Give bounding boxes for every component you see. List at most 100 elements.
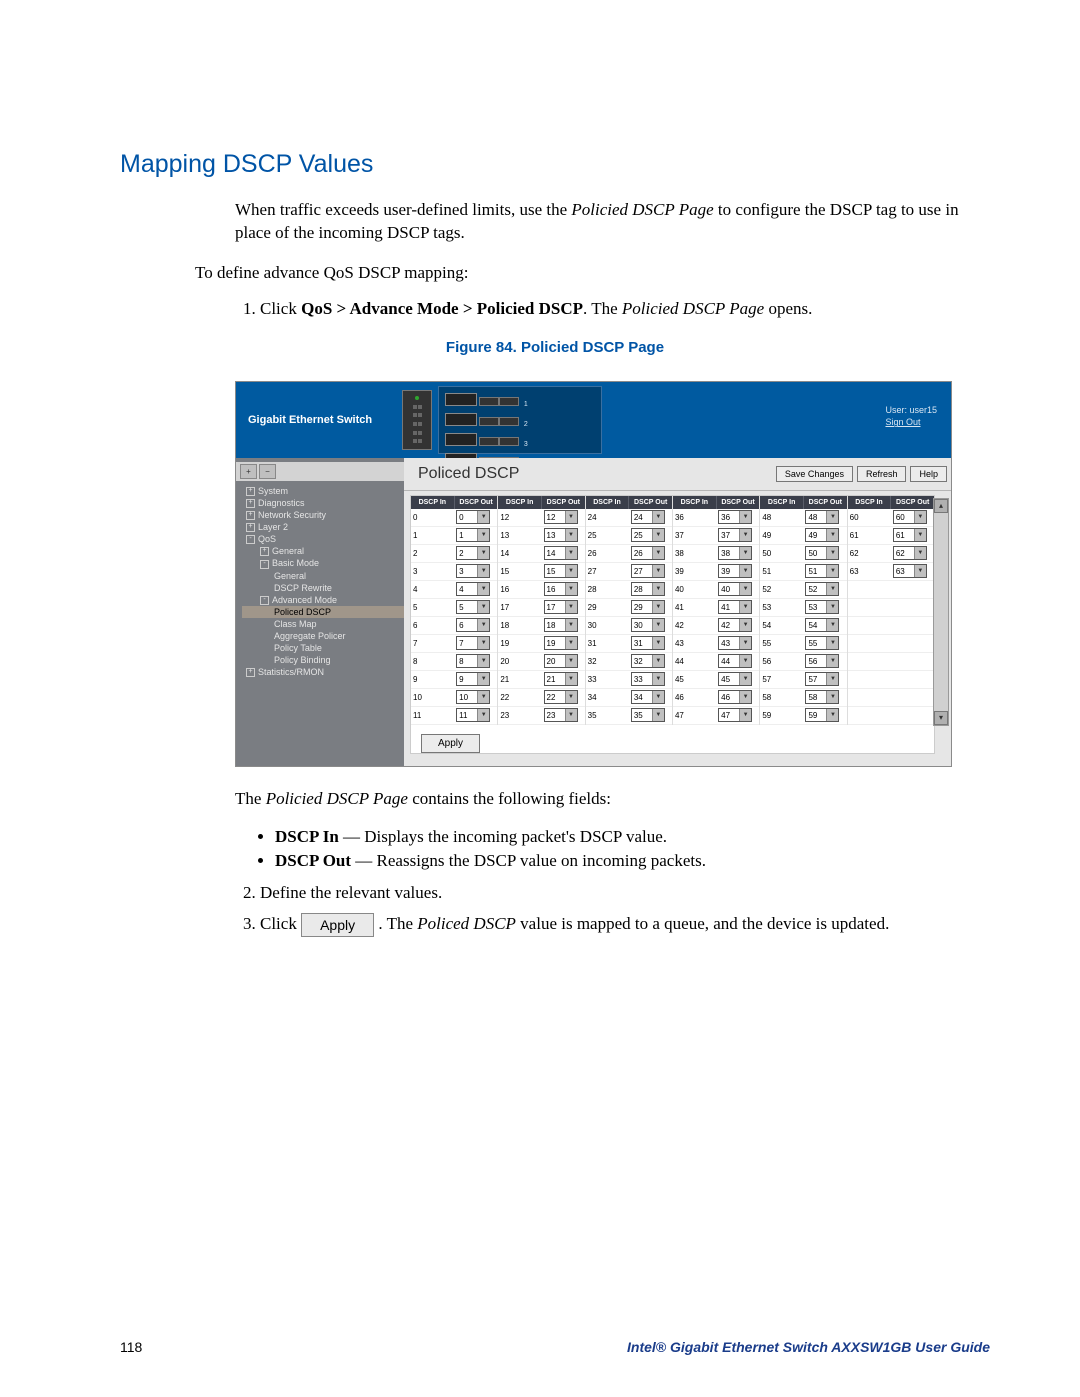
dscp-out-select[interactable]: 30▼ (631, 618, 665, 632)
dscp-out-select[interactable]: 11▼ (456, 708, 490, 722)
dscp-out-select[interactable]: 17▼ (544, 600, 578, 614)
dscp-out-select[interactable]: 31▼ (631, 636, 665, 650)
dscp-out-select[interactable]: 47▼ (718, 708, 752, 722)
sidebar-item-statistics-rmon[interactable]: +Statistics/RMON (242, 666, 404, 678)
sidebar-item-policy-binding[interactable]: Policy Binding (242, 654, 404, 666)
help-button[interactable]: Help (910, 466, 947, 482)
dscp-out-select[interactable]: 28▼ (631, 582, 665, 596)
tree-toggle-icon[interactable]: + (246, 499, 255, 508)
dscp-out-select[interactable]: 40▼ (718, 582, 752, 596)
dscp-out-select[interactable]: 20▼ (544, 654, 578, 668)
dscp-out-select[interactable]: 29▼ (631, 600, 665, 614)
dscp-out-select[interactable]: 9▼ (456, 672, 490, 686)
dscp-out-select[interactable]: 44▼ (718, 654, 752, 668)
dscp-out-select[interactable]: 23▼ (544, 708, 578, 722)
sidebar-item-qos[interactable]: -QoS (242, 533, 404, 545)
tree-toggle-icon[interactable]: + (246, 523, 255, 532)
tree-toggle-icon[interactable]: - (260, 560, 269, 569)
expand-all-icon[interactable]: + (240, 464, 257, 479)
dscp-out-select[interactable]: 24▼ (631, 510, 665, 524)
dscp-out-select[interactable]: 38▼ (718, 546, 752, 560)
dscp-out-select[interactable]: 45▼ (718, 672, 752, 686)
dscp-out-select[interactable]: 3▼ (456, 564, 490, 578)
dscp-out-select[interactable]: 4▼ (456, 582, 490, 596)
apply-button[interactable]: Apply (421, 734, 480, 753)
dscp-out-select[interactable]: 16▼ (544, 582, 578, 596)
dscp-out-select[interactable]: 39▼ (718, 564, 752, 578)
sidebar-item-policed-dscp[interactable]: Policed DSCP (242, 606, 404, 618)
dscp-out-select[interactable]: 51▼ (805, 564, 839, 578)
sidebar-item-system[interactable]: +System (242, 485, 404, 497)
scroll-up-icon[interactable]: ▴ (934, 499, 948, 513)
dscp-out-select[interactable]: 10▼ (456, 690, 490, 704)
dscp-out-select[interactable]: 15▼ (544, 564, 578, 578)
dscp-out-select[interactable]: 22▼ (544, 690, 578, 704)
dscp-out-select[interactable]: 49▼ (805, 528, 839, 542)
dscp-out-select[interactable]: 57▼ (805, 672, 839, 686)
dscp-out-select[interactable]: 19▼ (544, 636, 578, 650)
dscp-out-select[interactable]: 52▼ (805, 582, 839, 596)
sidebar-item-basic-mode[interactable]: -Basic Mode (242, 557, 404, 569)
tree-toggle-icon[interactable]: + (260, 547, 269, 556)
save-changes-button[interactable]: Save Changes (776, 466, 853, 482)
signout-link[interactable]: Sign Out (885, 417, 920, 427)
dscp-out-select[interactable]: 6▼ (456, 618, 490, 632)
dscp-out-select[interactable]: 21▼ (544, 672, 578, 686)
dscp-out-select[interactable]: 32▼ (631, 654, 665, 668)
dscp-out-select[interactable]: 59▼ (805, 708, 839, 722)
dscp-out-select[interactable]: 12▼ (544, 510, 578, 524)
dscp-out-select[interactable]: 42▼ (718, 618, 752, 632)
dscp-out-select[interactable]: 25▼ (631, 528, 665, 542)
dscp-out-select[interactable]: 36▼ (718, 510, 752, 524)
dscp-out-select[interactable]: 56▼ (805, 654, 839, 668)
scrollbar[interactable]: ▴ ▾ (933, 498, 949, 726)
dscp-out-select[interactable]: 55▼ (805, 636, 839, 650)
dscp-out-select[interactable]: 34▼ (631, 690, 665, 704)
sidebar-item-dscp-rewrite[interactable]: DSCP Rewrite (242, 582, 404, 594)
scroll-down-icon[interactable]: ▾ (934, 711, 948, 725)
dscp-out-select[interactable]: 14▼ (544, 546, 578, 560)
tree-toggle-icon[interactable]: + (246, 511, 255, 520)
dscp-out-select[interactable]: 63▼ (893, 564, 927, 578)
sidebar-item-advanced-mode[interactable]: -Advanced Mode (242, 594, 404, 606)
sidebar-item-general[interactable]: +General (242, 545, 404, 557)
sidebar-item-network-security[interactable]: +Network Security (242, 509, 404, 521)
sidebar-item-class-map[interactable]: Class Map (242, 618, 404, 630)
sidebar-item-diagnostics[interactable]: +Diagnostics (242, 497, 404, 509)
dscp-out-select[interactable]: 62▼ (893, 546, 927, 560)
dscp-out-select[interactable]: 5▼ (456, 600, 490, 614)
dscp-out-select[interactable]: 58▼ (805, 690, 839, 704)
dscp-out-select[interactable]: 27▼ (631, 564, 665, 578)
dscp-out-select[interactable]: 37▼ (718, 528, 752, 542)
dscp-out-select[interactable]: 2▼ (456, 546, 490, 560)
tree-toggle-icon[interactable]: + (246, 487, 255, 496)
tree-toggle-icon[interactable]: + (246, 668, 255, 677)
dscp-out-select[interactable]: 13▼ (544, 528, 578, 542)
sidebar-item-policy-table[interactable]: Policy Table (242, 642, 404, 654)
dscp-out-select[interactable]: 43▼ (718, 636, 752, 650)
dscp-out-select[interactable]: 1▼ (456, 528, 490, 542)
sidebar-item-layer-2[interactable]: +Layer 2 (242, 521, 404, 533)
dscp-out-select[interactable]: 54▼ (805, 618, 839, 632)
chevron-down-icon: ▼ (652, 529, 664, 541)
dscp-out-select[interactable]: 41▼ (718, 600, 752, 614)
dscp-out-select[interactable]: 18▼ (544, 618, 578, 632)
dscp-out-select[interactable]: 35▼ (631, 708, 665, 722)
dscp-out-select[interactable]: 61▼ (893, 528, 927, 542)
collapse-all-icon[interactable]: − (259, 464, 276, 479)
dscp-out-select[interactable]: 53▼ (805, 600, 839, 614)
tree-toggle-icon[interactable]: - (260, 596, 269, 605)
dscp-out-select[interactable]: 60▼ (893, 510, 927, 524)
dscp-out-select[interactable]: 7▼ (456, 636, 490, 650)
dscp-out-select[interactable]: 46▼ (718, 690, 752, 704)
sidebar-item-general[interactable]: General (242, 570, 404, 582)
tree-toggle-icon[interactable]: - (246, 535, 255, 544)
dscp-out-select[interactable]: 26▼ (631, 546, 665, 560)
dscp-out-select[interactable]: 8▼ (456, 654, 490, 668)
sidebar-item-aggregate-policer[interactable]: Aggregate Policer (242, 630, 404, 642)
refresh-button[interactable]: Refresh (857, 466, 907, 482)
dscp-out-select[interactable]: 48▼ (805, 510, 839, 524)
dscp-out-select[interactable]: 50▼ (805, 546, 839, 560)
dscp-out-select[interactable]: 0▼ (456, 510, 490, 524)
dscp-out-select[interactable]: 33▼ (631, 672, 665, 686)
